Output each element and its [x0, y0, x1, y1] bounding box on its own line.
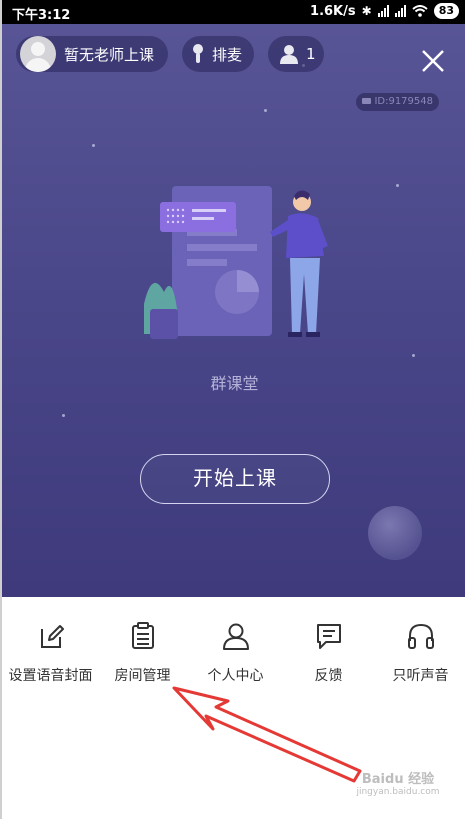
- headphones-icon: [407, 623, 434, 649]
- watermark: Baidu 经验 jingyan.baidu.com: [350, 768, 446, 806]
- avatar: [20, 36, 56, 72]
- video-icon: [362, 98, 372, 104]
- page-subtitle: 群课堂: [210, 374, 259, 393]
- clipboard-icon: [131, 622, 154, 649]
- device-frame: 下午3:12 1.6K/s ✱ 83 暂无老师上课 排麦 1 ID:917954…: [0, 0, 465, 819]
- member-count-button[interactable]: 1: [268, 36, 324, 72]
- battery-indicator: 83: [433, 3, 459, 19]
- tool-label: 个人中心: [207, 668, 264, 684]
- bluetooth-icon: ✱: [361, 4, 372, 18]
- tool-feedback[interactable]: 反馈: [282, 621, 375, 685]
- member-count: 1: [306, 45, 316, 63]
- net-speed: 1.6K/s: [310, 3, 356, 19]
- room-id: ID:9179548: [374, 96, 433, 107]
- tool-audio-only[interactable]: 只听声音: [374, 621, 465, 685]
- edit-icon: [40, 625, 64, 648]
- tool-room-management[interactable]: 房间管理: [96, 621, 189, 685]
- status-time: 下午3:12: [12, 8, 71, 23]
- host-status-pill[interactable]: 暂无老师上课: [16, 36, 168, 72]
- signal-icon: [377, 5, 389, 17]
- close-icon[interactable]: [418, 46, 448, 76]
- host-label: 暂无老师上课: [64, 45, 155, 64]
- wifi-icon: [412, 5, 428, 17]
- microphone-icon: [193, 44, 203, 63]
- tool-label: 设置语音封面: [8, 668, 93, 684]
- tool-label: 反馈: [314, 668, 343, 684]
- person-icon: [222, 623, 249, 650]
- queue-mic-button[interactable]: 排麦: [182, 36, 254, 72]
- decorative-orb: [368, 506, 422, 560]
- watermark-url: jingyan.baidu.com: [356, 787, 440, 797]
- person-icon: [280, 45, 298, 64]
- teacher-illustration: [144, 186, 328, 339]
- tool-label: 房间管理: [114, 668, 171, 684]
- classroom-stage: 暂无老师上课 排麦 1 ID:9179548 群课堂 开始上课: [2, 24, 465, 597]
- watermark-text: Baidu 经验: [361, 772, 435, 787]
- tool-set-voice-cover[interactable]: 设置语音封面: [4, 621, 97, 685]
- room-id-badge: ID:9179548: [356, 93, 439, 111]
- message-icon: [316, 624, 341, 649]
- queue-label: 排麦: [212, 45, 243, 64]
- start-class-button[interactable]: 开始上课: [140, 454, 330, 504]
- status-bar: 下午3:12 1.6K/s ✱ 83: [2, 0, 465, 24]
- status-indicators: 1.6K/s ✱ 83: [310, 3, 459, 19]
- tool-personal-center[interactable]: 个人中心: [189, 621, 282, 685]
- signal-icon-2: [394, 5, 406, 17]
- tool-label: 只听声音: [392, 668, 449, 684]
